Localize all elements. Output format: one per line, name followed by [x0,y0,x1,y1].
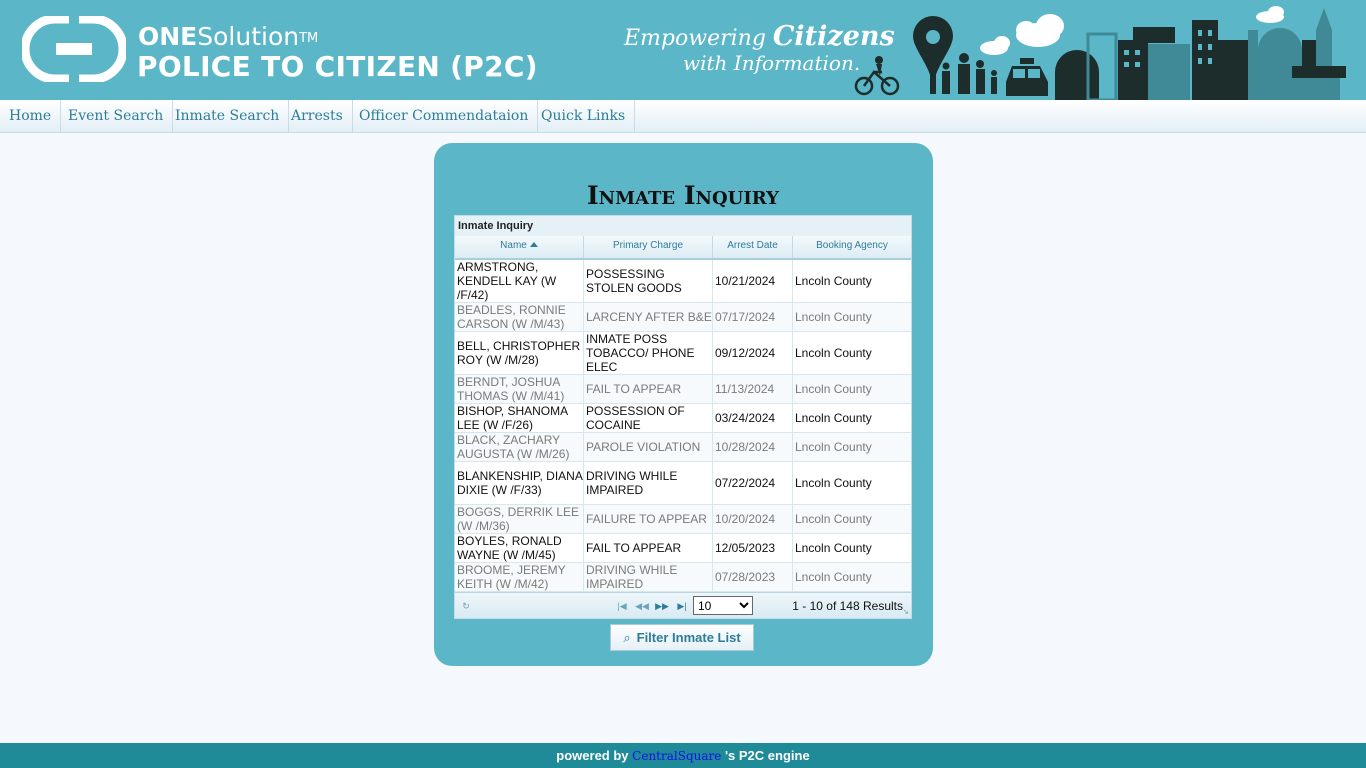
column-header-booking-agency[interactable]: Booking Agency [793,236,911,258]
cell-name: BLACK, ZACHARY AUGUSTA (W /M/26) [455,433,584,461]
resize-grip-icon[interactable]: ↘ [902,607,909,616]
cell-primary-charge: FAIL TO APPEAR [584,375,713,403]
cell-arrest-date: 07/28/2023 [713,563,793,591]
cell-primary-charge: FAILURE TO APPEAR [584,505,713,533]
cell-name: BISHOP, SHANOMA LEE (W /F/26) [455,404,584,432]
brand-subtitle: POLICE TO CITIZEN (P2C) [137,50,538,83]
cell-arrest-date: 10/20/2024 [713,505,793,533]
table-row[interactable]: BLANKENSHIP, DIANA DIXIE (W /F/33) DRIVIN… [455,462,911,505]
cell-primary-charge: PAROLE VIOLATION [584,433,713,461]
cell-primary-charge: DRIVING WHILE IMPAIRED [584,563,713,591]
inmate-grid: Inmate Inquiry Name Primary Charge Arres… [454,215,912,619]
cell-booking-agency: Lncoln County [795,476,872,490]
cell-arrest-date: 03/24/2024 [713,404,793,432]
cell-booking-agency: Lncoln County [795,512,872,526]
grid-pager: ↻ |◀ ◀◀ ▶▶ ▶| 102550100 1 - 10 of 148 Re… [455,592,911,618]
column-header-name[interactable]: Name [455,236,584,258]
cell-arrest-date: 09/12/2024 [713,332,793,374]
page-size-select[interactable]: 102550100 [693,596,753,615]
table-row[interactable]: BELL, CHRISTOPHER ROY (W /M/28) INMATE PO… [455,332,911,375]
cell-primary-charge: POSSESSING STOLEN GOODS [584,260,713,302]
cell-arrest-date: 07/22/2024 [713,462,793,504]
main-nav: Home Event Search Inmate Search Arrests … [0,100,1366,133]
cell-booking-agency: Lncoln County [795,274,872,288]
grid-header: Name Primary Charge Arrest Date Booking … [455,236,911,260]
sort-ascending-icon [529,242,538,247]
cell-arrest-date: 10/28/2024 [713,433,793,461]
cell-name: BEADLES, RONNIE CARSON (W /M/43) [455,303,584,331]
table-row[interactable]: ARMSTRONG, KENDELL KAY (W /F/42) POSSESSI… [455,260,911,303]
first-page-icon[interactable]: |◀ [615,599,629,613]
nav-arrests[interactable]: Arrests [282,100,353,133]
table-row[interactable]: BEADLES, RONNIE CARSON (W /M/43) LARCENY … [455,303,911,332]
table-row[interactable]: BOGGS, DERRIK LEE (W /M/36) FAILURE TO AP… [455,505,911,534]
cell-primary-charge: POSSESSION OF COCAINE [584,404,713,432]
table-row[interactable]: BROOME, JEREMY KEITH (W /M/42) DRIVING WH… [455,563,911,592]
cell-name: ARMSTRONG, KENDELL KAY (W /F/42) [455,260,584,302]
cell-name: BERNDT, JOSHUA THOMAS (W /M/41) [455,375,584,403]
table-row[interactable]: BISHOP, SHANOMA LEE (W /F/26) POSSESSION … [455,404,911,433]
last-page-icon[interactable]: ▶| [675,599,689,613]
cell-name: BLANKENSHIP, DIANA DIXIE (W /F/33) [455,462,584,504]
cell-name: BOGGS, DERRIK LEE (W /M/36) [455,505,584,533]
onesolution-logo-icon [22,16,126,82]
nav-home[interactable]: Home [0,100,62,133]
next-page-icon[interactable]: ▶▶ [655,599,669,613]
cell-booking-agency: Lncoln County [795,346,872,360]
previous-page-icon[interactable]: ◀◀ [635,599,649,613]
cell-booking-agency: Lncoln County [795,570,872,584]
cell-arrest-date: 10/21/2024 [713,260,793,302]
cell-arrest-date: 11/13/2024 [713,375,793,403]
page-title: Inmate Inquiry [586,181,780,210]
column-header-primary-charge[interactable]: Primary Charge [584,236,713,258]
cell-primary-charge: LARCENY AFTER B&E [584,303,713,331]
cell-primary-charge: FAIL TO APPEAR [584,534,713,562]
cell-arrest-date: 07/17/2024 [713,303,793,331]
header-banner: ONESolutionTM POLICE TO CITIZEN (P2C) Em… [0,0,1366,100]
cell-booking-agency: Lncoln County [795,541,872,555]
nav-quick-links[interactable]: Quick Links [532,100,636,133]
brand-name: ONESolutionTM [138,22,319,51]
search-icon: ⌕ [623,630,631,645]
table-row[interactable]: BLACK, ZACHARY AUGUSTA (W /M/26) PAROLE V… [455,433,911,462]
city-skyline-illustration [854,6,1346,100]
cell-booking-agency: Lncoln County [795,310,872,324]
footer: powered by CentralSquare 's P2C engine [0,743,1366,768]
column-header-arrest-date[interactable]: Arrest Date [713,236,793,258]
tagline-line-2: with Information. [683,51,861,75]
cell-name: BELL, CHRISTOPHER ROY (W /M/28) [455,332,584,374]
table-row[interactable]: BOYLES, RONALD WAYNE (W /M/45) FAIL TO AP… [455,534,911,563]
nav-event-search[interactable]: Event Search [59,100,174,133]
table-row[interactable]: BERNDT, JOSHUA THOMAS (W /M/41) FAIL TO A… [455,375,911,404]
cell-primary-charge: INMATE POSS TOBACCO/ PHONE ELEC [584,332,713,374]
refresh-icon[interactable]: ↻ [459,599,473,613]
cell-booking-agency: Lncoln County [795,411,872,425]
results-count: 1 - 10 of 148 Results [792,599,903,613]
filter-inmate-list-button[interactable]: ⌕ Filter Inmate List [610,624,754,651]
nav-officer-commendation[interactable]: Officer Commendataion [350,100,539,133]
nav-inmate-search[interactable]: Inmate Search [166,100,290,133]
cell-booking-agency: Lncoln County [795,440,872,454]
cell-arrest-date: 12/05/2023 [713,534,793,562]
cell-primary-charge: DRIVING WHILE IMPAIRED [584,462,713,504]
cell-name: BROOME, JEREMY KEITH (W /M/42) [455,563,584,591]
cell-name: BOYLES, RONALD WAYNE (W /M/45) [455,534,584,562]
centralsquare-link[interactable]: CentralSquare [632,749,721,763]
cell-booking-agency: Lncoln County [795,382,872,396]
grid-caption: Inmate Inquiry [455,216,911,236]
